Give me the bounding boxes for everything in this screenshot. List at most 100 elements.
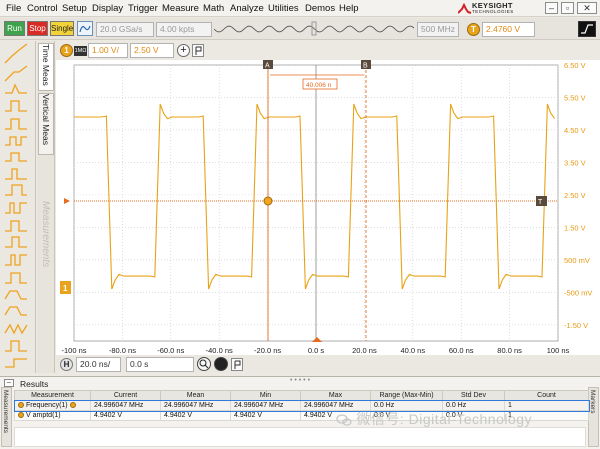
channel-1-dot (18, 402, 24, 409)
trigger-level-field[interactable]: 2.4760 V (482, 22, 535, 37)
current-cell: 24.996047 MHz (90, 400, 161, 411)
mean-cell: 24.996047 MHz (160, 400, 231, 411)
run-button[interactable]: Run (4, 21, 25, 36)
acquisition-overview[interactable] (214, 21, 414, 37)
mean-cell: 4.9402 V (160, 410, 231, 421)
restore-button[interactable]: ▫ (561, 2, 574, 14)
menu-math[interactable]: Math (203, 3, 224, 14)
watermark-text: 微信号: Digital-Technology (356, 411, 533, 427)
col-mean: Mean (160, 390, 231, 401)
horizontal-position-field[interactable]: 0.0 s (126, 357, 194, 372)
horizontal-menu-button[interactable] (231, 358, 243, 371)
menu-trigger[interactable]: Trigger (128, 3, 158, 14)
y-tick-label: 5.50 V (564, 93, 586, 102)
menu-display[interactable]: Display (92, 3, 123, 14)
trigger-mode-button[interactable] (578, 21, 596, 37)
measurements-label: Measurements (40, 201, 51, 268)
waveform-display[interactable]: 6.50 V 5.50 V 4.50 V 3.50 V 2.50 V 1.50 V 500 … (56, 60, 600, 355)
col-max: Max (300, 390, 371, 401)
channel-menu-button[interactable] (192, 44, 204, 57)
stop-button[interactable]: Stop (27, 21, 48, 36)
tab-vertical-meas-label: Vertical Meas (41, 94, 51, 146)
x-tick-label: -100 ns (61, 346, 86, 355)
horizontal-scale-field[interactable]: 20.0 ns/ (76, 357, 121, 372)
y-tick-label: 3.50 V (564, 158, 586, 167)
delta-readout: 40.006 n (306, 82, 332, 89)
col-min: Min (230, 390, 301, 401)
magnifier-icon (199, 359, 209, 369)
menu-file[interactable]: File (6, 3, 21, 14)
wechat-watermark: 微信号: Digital-Technology (336, 409, 532, 429)
close-button[interactable]: ✕ (577, 2, 597, 14)
memory-depth-field[interactable]: 4.00 kpts (156, 22, 212, 37)
bandwidth-field[interactable]: 500 MHz (417, 22, 459, 37)
measurement-name-cell: Frequency(1) (14, 400, 91, 411)
horizontal-bar: H 20.0 ns/ 0.0 s (56, 356, 600, 373)
menu-utilities[interactable]: Utilities (268, 3, 299, 14)
auto-scale-icon (79, 25, 91, 33)
col-count: Count (504, 390, 589, 401)
minimize-button[interactable]: – (545, 2, 558, 14)
wechat-icon (336, 414, 352, 426)
tab-time-meas[interactable]: Time Meas (38, 43, 54, 91)
menu-analyze[interactable]: Analyze (230, 3, 264, 14)
single-button[interactable]: Single (50, 21, 74, 36)
horizontal-badge[interactable]: H (60, 358, 73, 371)
y-tick-label: 6.50 V (564, 61, 586, 70)
x-tick-label: -40.0 ns (206, 346, 233, 355)
trigger-tools-toolbar (0, 41, 36, 373)
trigger-point-marker[interactable] (263, 196, 273, 206)
y-tick-label: -500 mV (564, 288, 592, 297)
y-axis-ticks: 6.50 V 5.50 V 4.50 V 3.50 V 2.50 V 1.50 V 500 … (564, 61, 592, 330)
results-title: Results (20, 379, 49, 389)
col-measurement: Measurement (14, 390, 91, 401)
x-tick-label: 60.0 ns (449, 346, 474, 355)
channel-impedance: 1MΩ (74, 46, 87, 56)
x-tick-label: 40.0 ns (400, 346, 425, 355)
x-axis-ticks: -100 ns -80.0 ns -60.0 ns -40.0 ns -20.0 ns 0… (61, 346, 569, 355)
results-side-left-label: Measurements (2, 390, 9, 433)
add-channel-button[interactable]: + (177, 44, 190, 57)
x-tick-label: -60.0 ns (157, 346, 184, 355)
menu-demos[interactable]: Demos (305, 3, 335, 14)
results-empty-area (14, 427, 586, 447)
trigger-badge[interactable]: T (467, 23, 480, 36)
col-current: Current (90, 390, 161, 401)
tab-vertical-meas[interactable]: Vertical Meas (38, 93, 54, 155)
menu-measure[interactable]: Measure (162, 3, 199, 14)
cursor-b-label: B (363, 63, 368, 70)
auto-scale-button[interactable] (77, 21, 93, 36)
measurement-name: Frequency(1) (26, 402, 68, 409)
y-tick-label: 1.50 V (564, 223, 586, 232)
horizontal-ref-button[interactable] (214, 357, 228, 371)
menu-control[interactable]: Control (27, 3, 58, 14)
collapse-results-button[interactable]: – (4, 379, 14, 387)
menu-setup[interactable]: Setup (62, 3, 87, 14)
channel-1-dot (18, 412, 24, 419)
vertical-scale-field[interactable]: 1.00 V/ (88, 43, 128, 58)
vertical-offset-field[interactable]: 2.50 V (130, 43, 174, 58)
x-tick-label: -80.0 ns (109, 346, 136, 355)
y-tick-label: -1.50 V (564, 321, 588, 330)
menu-bar: File Control Setup Display Trigger Measu… (0, 0, 600, 17)
trigger-level-marker-label: T (538, 199, 543, 206)
zoom-button[interactable] (197, 357, 211, 371)
channel-1-marker-label: 1 (63, 284, 68, 293)
sample-rate-field[interactable]: 20.0 GSa/s (96, 22, 154, 37)
results-side-right-label: Markers (589, 390, 596, 414)
col-std-dev: Std Dev (442, 390, 505, 401)
brand-sub: TECHNOLOGIES (472, 9, 514, 14)
y-tick-label: 4.50 V (564, 126, 586, 135)
cursor-a-label: A (265, 63, 270, 70)
channel-1-badge[interactable]: 1 (60, 44, 73, 57)
x-tick-label: 100 ns (547, 346, 570, 355)
results-side-tab-measurements[interactable]: Measurements (1, 387, 12, 447)
trigger-arrow-left (64, 198, 70, 204)
results-side-tab-markers[interactable]: Markers (588, 387, 599, 447)
menu-help[interactable]: Help (339, 3, 359, 14)
y-tick-label: 2.50 V (564, 191, 586, 200)
min-cell: 4.9402 V (230, 410, 301, 421)
drag-handle[interactable]: • • • • • (290, 377, 310, 384)
x-tick-label: 20.0 ns (352, 346, 377, 355)
x-tick-label: 0.0 s (308, 346, 325, 355)
